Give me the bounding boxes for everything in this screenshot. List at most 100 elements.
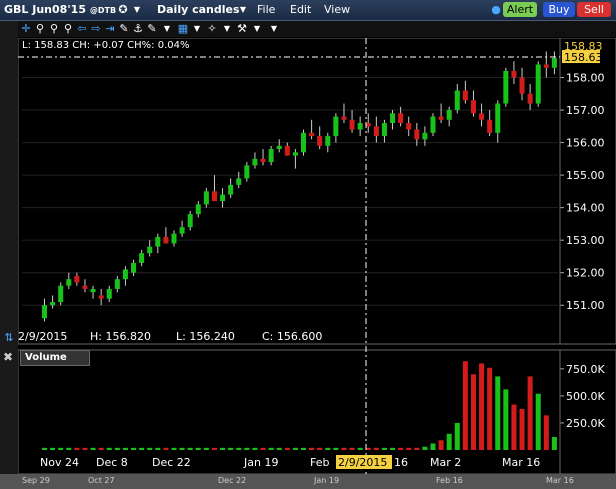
volume-bar (171, 447, 177, 450)
volume-bar (446, 433, 452, 450)
volume-panel-label: Volume (20, 350, 90, 366)
candle-body (422, 132, 428, 140)
candle-body (195, 204, 201, 215)
draw-icon[interactable]: ✎ (117, 22, 131, 36)
x-axis-label: Nov 24 (40, 456, 79, 469)
volume-bar (260, 447, 266, 450)
volume-bar (139, 447, 145, 450)
volume-bar (220, 447, 226, 450)
scroll-end-icon[interactable]: ⇥ (103, 22, 117, 36)
close-panel-icon[interactable]: ✖ (3, 350, 13, 364)
volume-bar (487, 367, 493, 450)
volume-bar (390, 447, 396, 450)
candle-body (503, 71, 509, 104)
volume-bar (131, 447, 137, 450)
title-bar: GBL Jun08'15 @DTB ✪ ▼ Daily candles ▼ Fi… (0, 0, 616, 21)
draw-dropdown-icon[interactable]: ▼ (160, 22, 174, 36)
magnify-icon[interactable]: ⚲ (61, 22, 75, 36)
zoom-in-icon[interactable]: ⚲ (33, 22, 47, 36)
chart-area[interactable]: 158.00 157.00 156.00 155.00 154.00 153.00 152.… (18, 38, 616, 474)
candle-body (349, 119, 355, 130)
alert-button[interactable]: Alert (503, 2, 537, 17)
timeframe-selector[interactable]: Daily candles (157, 3, 240, 16)
candle-body (325, 136, 331, 146)
volume-bar (155, 447, 161, 450)
volume-bar (398, 447, 404, 450)
candle-body (187, 214, 193, 228)
volume-bar (114, 447, 120, 450)
link-icon[interactable]: ● (489, 3, 503, 17)
tool-dropdown-icon[interactable]: ▼ (220, 22, 234, 36)
grid-dropdown-icon[interactable]: ▼ (190, 22, 204, 36)
buy-button[interactable]: Buy (543, 2, 575, 17)
candle-body (252, 158, 258, 166)
volume-bar (479, 363, 485, 450)
x-axis-label: Feb (310, 456, 329, 469)
more-dropdown-icon[interactable]: ▼ (267, 22, 281, 36)
candle-body (276, 145, 282, 150)
zoom-out-icon[interactable]: ⚲ (47, 22, 61, 36)
volume-bar (527, 376, 533, 450)
volume-bar (42, 447, 47, 450)
overview-label: Sep 29 (22, 476, 50, 485)
volume-axis-label: 250.0K (566, 417, 605, 430)
scroll-right-icon[interactable]: ⇨ (89, 22, 103, 36)
scroll-left-icon[interactable]: ⇦ (75, 22, 89, 36)
menu-edit[interactable]: Edit (290, 3, 311, 16)
candle-body (58, 285, 64, 302)
menu-view[interactable]: View (324, 3, 350, 16)
dropdown-icon[interactable]: ▼ (130, 3, 144, 17)
symbol-label[interactable]: GBL Jun08'15 (4, 3, 86, 16)
wrench-icon[interactable]: ⚒ (235, 22, 249, 36)
grid-icon[interactable]: ▦ (176, 22, 190, 36)
overview-label: Mar 16 (546, 476, 574, 485)
volume-bar (66, 447, 72, 450)
timeframe-dropdown-icon[interactable]: ▼ (236, 3, 250, 17)
candle-body (114, 279, 120, 289)
volume-bar (543, 415, 549, 450)
candle-body (122, 269, 128, 280)
volume-bar (106, 447, 112, 450)
overview-label: Dec 22 (218, 476, 247, 485)
price-tag-top-label: 158.83 (564, 40, 603, 53)
volume-bar (203, 447, 209, 450)
volume-bar (454, 422, 460, 450)
candle-body (220, 194, 226, 202)
toolbar: ✛ ✛ ⚲ ⚲ ⚲ ⇦ ⇨ ⇥ ✎ ⚓ ✎ ▼ ▦ ▼ ✧ ▼ ⚒ ▼ ▼ (0, 21, 616, 37)
symbol-title[interactable]: GBL Jun08'15 @DTB (4, 3, 116, 16)
candle-body (406, 123, 412, 130)
candle-body (398, 113, 404, 124)
candle-body (106, 288, 112, 299)
price-axis-label: 152.00 (566, 267, 605, 280)
attach-icon[interactable]: ⚓ (131, 22, 145, 36)
volume-bar (122, 447, 128, 450)
candle-body (519, 77, 525, 94)
volume-bar (90, 447, 96, 450)
volume-bar (211, 447, 217, 450)
wrench-dropdown-icon[interactable]: ▼ (250, 22, 264, 36)
candle-body (98, 295, 104, 299)
side-zoom-icon[interactable]: ⇅ (2, 331, 16, 345)
sell-button[interactable]: Sell (577, 2, 611, 17)
candle-body (244, 165, 250, 179)
volume-bar (236, 447, 242, 450)
volume-bar (309, 447, 315, 450)
candle-body (284, 145, 290, 156)
volume-bar (292, 447, 298, 450)
volume-bar (325, 447, 331, 450)
candle-body (495, 103, 501, 133)
overview-timeline[interactable]: Sep 29 Oct 27 Dec 22 Jan 19 Feb 16 Mar 16 (0, 474, 616, 489)
candle-body (74, 275, 80, 283)
menu-file[interactable]: File (257, 3, 275, 16)
volume-bar (301, 447, 306, 450)
edit-icon[interactable]: ✎ (145, 22, 159, 36)
candle-body (527, 93, 533, 104)
zoom-icon[interactable]: ✛ (19, 22, 33, 36)
candle-body (381, 123, 387, 137)
settings-icon[interactable]: ✪ (116, 3, 130, 17)
tool-icon[interactable]: ✧ (205, 22, 219, 36)
crosshair-date-label: 2/9/2015 (338, 456, 387, 469)
volume-bar (349, 447, 355, 450)
candle-body (292, 152, 298, 156)
volume-bar (276, 447, 282, 450)
